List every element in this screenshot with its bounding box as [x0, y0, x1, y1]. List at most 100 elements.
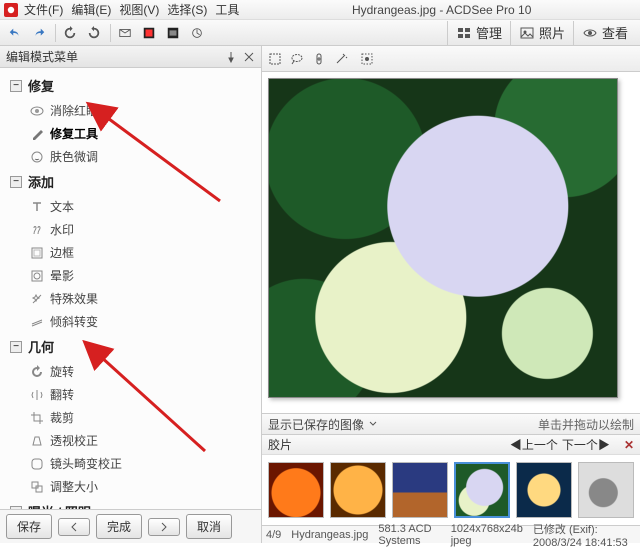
menu-view[interactable]: 视图(V) [119, 1, 159, 18]
tool-tilt-label: 倾斜转变 [50, 313, 98, 330]
preview-icon[interactable] [138, 22, 160, 44]
filmstrip-next[interactable]: 下一个▶ [562, 436, 610, 453]
thumb-1[interactable] [268, 462, 324, 518]
filmstrip-header: 胶片 ◀上一个 下一个▶ ✕ [262, 435, 640, 455]
presets-icon[interactable] [114, 22, 136, 44]
tool-text-label: 文本 [50, 198, 74, 215]
prev-button[interactable] [58, 518, 90, 536]
save-button[interactable]: 保存 [6, 514, 52, 539]
group-repair-label: 修复 [28, 76, 54, 95]
menu-edit[interactable]: 编辑(E) [71, 1, 111, 18]
chevron-down-icon[interactable] [368, 419, 378, 429]
menu-tools[interactable]: 工具 [215, 1, 239, 18]
tool-lens[interactable]: 镜头畸变校正 [0, 452, 261, 475]
tool-text[interactable]: 文本 [0, 195, 261, 218]
group-repair[interactable]: −修复 [0, 72, 261, 99]
edit-sidebar: 编辑模式菜单 −修复 消除红眼 修复工具 肤色微调 −添加 文本 水印 边框 晕… [0, 46, 262, 543]
tool-border-label: 边框 [50, 244, 74, 261]
filmstrip-title: 胶片 [268, 436, 292, 453]
tool-flip[interactable]: 翻转 [0, 383, 261, 406]
saved-images-bar: 显示已保存的图像 单击并拖动以绘制 [262, 413, 640, 435]
pin-icon[interactable] [225, 51, 237, 63]
filmstrip-close-icon[interactable]: ✕ [624, 438, 634, 452]
tool-redeye-label: 消除红眼 [50, 102, 98, 119]
tool-skin[interactable]: 肤色微调 [0, 145, 261, 168]
tool-vignette[interactable]: 晕影 [0, 264, 261, 287]
tool-tilt[interactable]: 倾斜转变 [0, 310, 261, 333]
panel-footer: 保存 完成 取消 [0, 509, 261, 543]
panel-title: 编辑模式菜单 [6, 48, 78, 65]
redo-icon[interactable] [28, 22, 50, 44]
collapse-icon[interactable]: − [10, 341, 22, 353]
panel-header: 编辑模式菜单 [0, 46, 261, 68]
thumb-3[interactable] [392, 462, 448, 518]
sub-toolbar [262, 46, 640, 72]
actions-icon[interactable] [186, 22, 208, 44]
next-button[interactable] [148, 518, 180, 536]
tool-skin-label: 肤色微调 [50, 148, 98, 165]
mode-view[interactable]: 查看 [573, 21, 636, 45]
main-area: 编辑模式菜单 −修复 消除红眼 修复工具 肤色微调 −添加 文本 水印 边框 晕… [0, 46, 640, 543]
collapse-icon[interactable]: − [10, 176, 22, 188]
collapse-icon[interactable]: − [10, 80, 22, 92]
done-button[interactable]: 完成 [96, 514, 142, 539]
thumb-6[interactable] [578, 462, 634, 518]
group-geometry[interactable]: −几何 [0, 333, 261, 360]
thumb-5[interactable] [516, 462, 572, 518]
status-filename: Hydrangeas.jpg [291, 529, 368, 541]
thumb-4[interactable] [454, 462, 510, 518]
saved-images-label[interactable]: 显示已保存的图像 [268, 416, 364, 433]
tool-watermark-label: 水印 [50, 221, 74, 238]
tool-redeye[interactable]: 消除红眼 [0, 99, 261, 122]
mode-photos[interactable]: 照片 [510, 21, 573, 45]
group-geometry-label: 几何 [28, 337, 54, 356]
tool-perspective-label: 透视校正 [50, 432, 98, 449]
main-toolbar: 管理 照片 查看 [0, 20, 640, 46]
magicwand-icon[interactable] [332, 50, 350, 68]
tool-crop[interactable]: 裁剪 [0, 406, 261, 429]
tool-rotate[interactable]: 旋转 [0, 360, 261, 383]
tool-resize[interactable]: 调整大小 [0, 475, 261, 498]
show-selection-icon[interactable] [358, 50, 376, 68]
menu-file[interactable]: 文件(F) [24, 1, 63, 18]
panel-body: −修复 消除红眼 修复工具 肤色微调 −添加 文本 水印 边框 晕影 特殊效果 … [0, 68, 261, 509]
menu-select[interactable]: 选择(S) [167, 1, 207, 18]
mode-view-label: 查看 [602, 23, 628, 42]
undo-icon[interactable] [4, 22, 26, 44]
group-add-label: 添加 [28, 172, 54, 191]
tool-perspective[interactable]: 透视校正 [0, 429, 261, 452]
group-add[interactable]: −添加 [0, 168, 261, 195]
rotate-right-icon[interactable] [83, 22, 105, 44]
group-exposure-label: 曝光 / 照明 [28, 502, 91, 509]
filmstrip-prev[interactable]: ◀上一个 [510, 436, 558, 453]
thumb-2[interactable] [330, 462, 386, 518]
tool-fx-label: 特殊效果 [50, 290, 98, 307]
status-index: 4/9 [266, 529, 281, 541]
marquee-icon[interactable] [266, 50, 284, 68]
canvas-hint: 单击并拖动以绘制 [538, 416, 634, 433]
tool-fx[interactable]: 特殊效果 [0, 287, 261, 310]
window-title: Hydrangeas.jpg - ACDSee Pro 10 [247, 3, 636, 17]
heal-icon[interactable] [310, 50, 328, 68]
tool-border[interactable]: 边框 [0, 241, 261, 264]
window-icon[interactable] [162, 22, 184, 44]
tool-rotate-label: 旋转 [50, 363, 74, 380]
canvas-area[interactable] [262, 72, 640, 413]
content-area: 显示已保存的图像 单击并拖动以绘制 胶片 ◀上一个 下一个▶ ✕ 4/9 Hyd… [262, 46, 640, 543]
mode-manage[interactable]: 管理 [447, 21, 510, 45]
tool-watermark[interactable]: 水印 [0, 218, 261, 241]
group-exposure[interactable]: −曝光 / 照明 [0, 498, 261, 509]
tool-repair[interactable]: 修复工具 [0, 122, 261, 145]
close-panel-icon[interactable] [243, 51, 255, 63]
titlebar: 文件(F) 编辑(E) 视图(V) 选择(S) 工具 Hydrangeas.jp… [0, 0, 640, 20]
cancel-button[interactable]: 取消 [186, 514, 232, 539]
mode-manage-label: 管理 [476, 23, 502, 42]
filmstrip [262, 455, 640, 525]
tool-lens-label: 镜头畸变校正 [50, 455, 122, 472]
lasso-icon[interactable] [288, 50, 306, 68]
filmstrip-nav: ◀上一个 下一个▶ ✕ [510, 436, 634, 453]
app-icon [4, 3, 18, 17]
status-bar: 4/9 Hydrangeas.jpg 581.3 ACD Systems 102… [262, 525, 640, 543]
main-image[interactable] [268, 78, 618, 398]
rotate-left-icon[interactable] [59, 22, 81, 44]
